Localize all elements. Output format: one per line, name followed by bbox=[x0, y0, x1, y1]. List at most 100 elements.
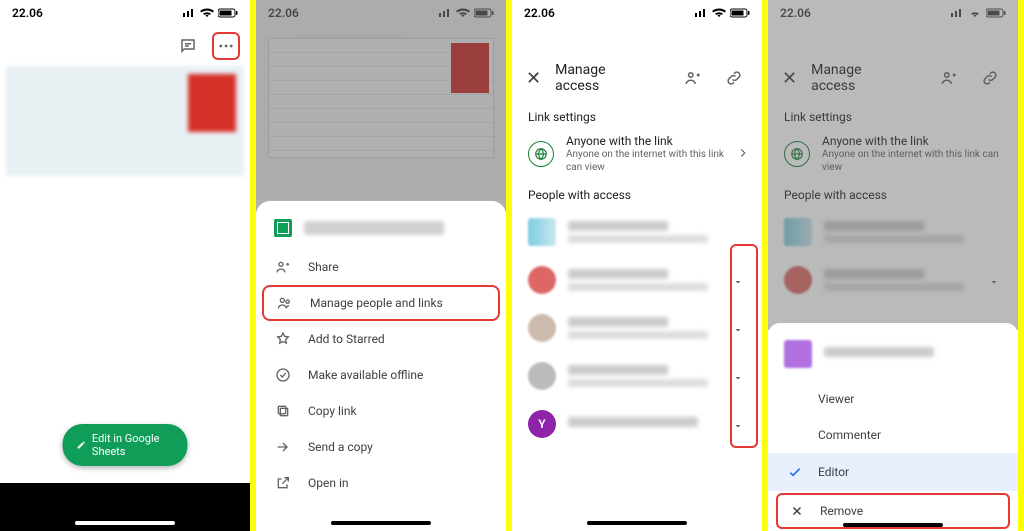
add-person-button[interactable] bbox=[679, 64, 706, 92]
screen-role-picker: 22.06 ✕ Manage access Link settings bbox=[768, 0, 1018, 531]
menu-header bbox=[256, 215, 506, 249]
role-dropdown[interactable] bbox=[732, 321, 746, 335]
avatar bbox=[784, 340, 812, 368]
role-option-commenter[interactable]: Commenter bbox=[768, 417, 1018, 453]
fab-label: Edit in Google Sheets bbox=[92, 432, 174, 458]
sheets-icon bbox=[274, 219, 292, 237]
menu-label: Share bbox=[308, 260, 339, 274]
person-name bbox=[568, 221, 668, 231]
status-icons bbox=[182, 8, 238, 18]
avatar bbox=[528, 362, 556, 390]
people-icon bbox=[276, 295, 294, 311]
link-setting-texts: Anyone with the link Anyone on the inter… bbox=[566, 134, 724, 174]
doc-title-blur bbox=[304, 221, 444, 235]
edit-fab[interactable]: Edit in Google Sheets bbox=[63, 424, 188, 466]
menu-label: Manage people and links bbox=[310, 296, 443, 310]
home-indicator bbox=[843, 523, 943, 527]
copy-icon bbox=[274, 403, 292, 419]
menu-item-star[interactable]: Add to Starred bbox=[256, 321, 506, 357]
home-indicator bbox=[587, 521, 687, 525]
avatar: Y bbox=[528, 410, 556, 438]
status-icons bbox=[694, 8, 750, 18]
context-menu-sheet: Share Manage people and links Add to Sta… bbox=[256, 201, 506, 531]
more-menu-button[interactable] bbox=[212, 32, 240, 60]
manage-access-header: ✕ Manage access bbox=[512, 50, 762, 106]
person-email bbox=[568, 283, 708, 291]
avatar bbox=[528, 314, 556, 342]
link-settings-row[interactable]: Anyone with the link Anyone on the inter… bbox=[512, 130, 762, 184]
page-title: Manage access bbox=[555, 62, 651, 94]
link-button[interactable] bbox=[721, 64, 748, 92]
menu-item-manage-access[interactable]: Manage people and links bbox=[262, 285, 500, 321]
menu-item-openin[interactable]: Open in bbox=[256, 465, 506, 501]
person-info bbox=[568, 317, 720, 339]
person-email bbox=[568, 331, 708, 339]
person-name bbox=[824, 347, 934, 357]
role-label: Commenter bbox=[818, 428, 881, 442]
person-row[interactable] bbox=[512, 352, 762, 400]
menu-item-share[interactable]: Share bbox=[256, 249, 506, 285]
menu-item-copylink[interactable]: Copy link bbox=[256, 393, 506, 429]
offline-icon bbox=[274, 367, 292, 383]
person-info bbox=[568, 221, 746, 243]
home-indicator bbox=[75, 521, 175, 525]
role-dropdown[interactable] bbox=[732, 417, 746, 431]
avatar bbox=[528, 218, 556, 246]
role-label: Remove bbox=[820, 504, 863, 518]
spreadsheet-preview bbox=[6, 66, 244, 176]
link-title: Anyone with the link bbox=[566, 134, 724, 148]
role-option-viewer[interactable]: Viewer bbox=[768, 381, 1018, 417]
section-people: People with access bbox=[512, 184, 762, 208]
status-time: 22.06 bbox=[12, 6, 43, 20]
manage-access-dimmed: 22.06 ✕ Manage access Link settings bbox=[768, 0, 1018, 330]
person-row[interactable] bbox=[512, 256, 762, 304]
person-name bbox=[568, 417, 698, 427]
person-row-owner[interactable] bbox=[512, 208, 762, 256]
home-indicator bbox=[331, 521, 431, 525]
link-subtitle: Anyone on the internet with this link ca… bbox=[566, 148, 724, 174]
check-icon bbox=[786, 464, 804, 480]
screen-manage-access: 22.06 ✕ Manage access Link settings Anyo… bbox=[512, 0, 762, 531]
doc-toolbar bbox=[0, 26, 250, 66]
person-info bbox=[568, 269, 720, 291]
person-info bbox=[824, 347, 1002, 361]
person-row[interactable]: Y bbox=[512, 400, 762, 448]
status-bar: 22.06 bbox=[0, 0, 250, 26]
star-icon bbox=[274, 331, 292, 347]
person-name bbox=[568, 269, 668, 279]
close-icon[interactable]: ✕ bbox=[526, 68, 541, 89]
role-dropdown[interactable] bbox=[732, 369, 746, 383]
comments-icon[interactable] bbox=[174, 32, 202, 60]
menu-label: Add to Starred bbox=[308, 332, 385, 346]
person-email bbox=[568, 235, 708, 243]
menu-label: Copy link bbox=[308, 404, 357, 418]
highlighted-cells bbox=[188, 74, 236, 132]
globe-icon bbox=[528, 141, 554, 167]
avatar bbox=[528, 266, 556, 294]
menu-label: Open in bbox=[308, 476, 349, 490]
send-icon bbox=[274, 439, 292, 455]
status-bar: 22.06 bbox=[512, 0, 762, 26]
role-option-editor[interactable]: Editor bbox=[768, 453, 1018, 491]
pencil-icon bbox=[77, 439, 86, 451]
screen-more-menu: 22.06 ✕ bbox=[256, 0, 506, 531]
status-time: 22.06 bbox=[524, 6, 555, 20]
person-row[interactable] bbox=[512, 304, 762, 352]
role-label: Editor bbox=[818, 465, 849, 479]
person-plus-icon bbox=[274, 259, 292, 275]
bottom-bar bbox=[0, 483, 250, 531]
scrim[interactable] bbox=[768, 0, 1018, 330]
person-info bbox=[568, 417, 720, 431]
role-label: Viewer bbox=[818, 392, 854, 406]
role-picker-sheet: Viewer Commenter Editor Remove bbox=[768, 323, 1018, 531]
chevron-right-icon bbox=[736, 145, 750, 164]
role-dropdown[interactable] bbox=[732, 273, 746, 287]
selected-person-row bbox=[768, 333, 1018, 381]
person-email bbox=[568, 379, 708, 387]
section-link-settings: Link settings bbox=[512, 106, 762, 130]
menu-item-sendcopy[interactable]: Send a copy bbox=[256, 429, 506, 465]
avatar-letter: Y bbox=[538, 417, 545, 431]
person-name bbox=[568, 365, 668, 375]
menu-item-offline[interactable]: Make available offline bbox=[256, 357, 506, 393]
menu-label: Send a copy bbox=[308, 440, 373, 454]
